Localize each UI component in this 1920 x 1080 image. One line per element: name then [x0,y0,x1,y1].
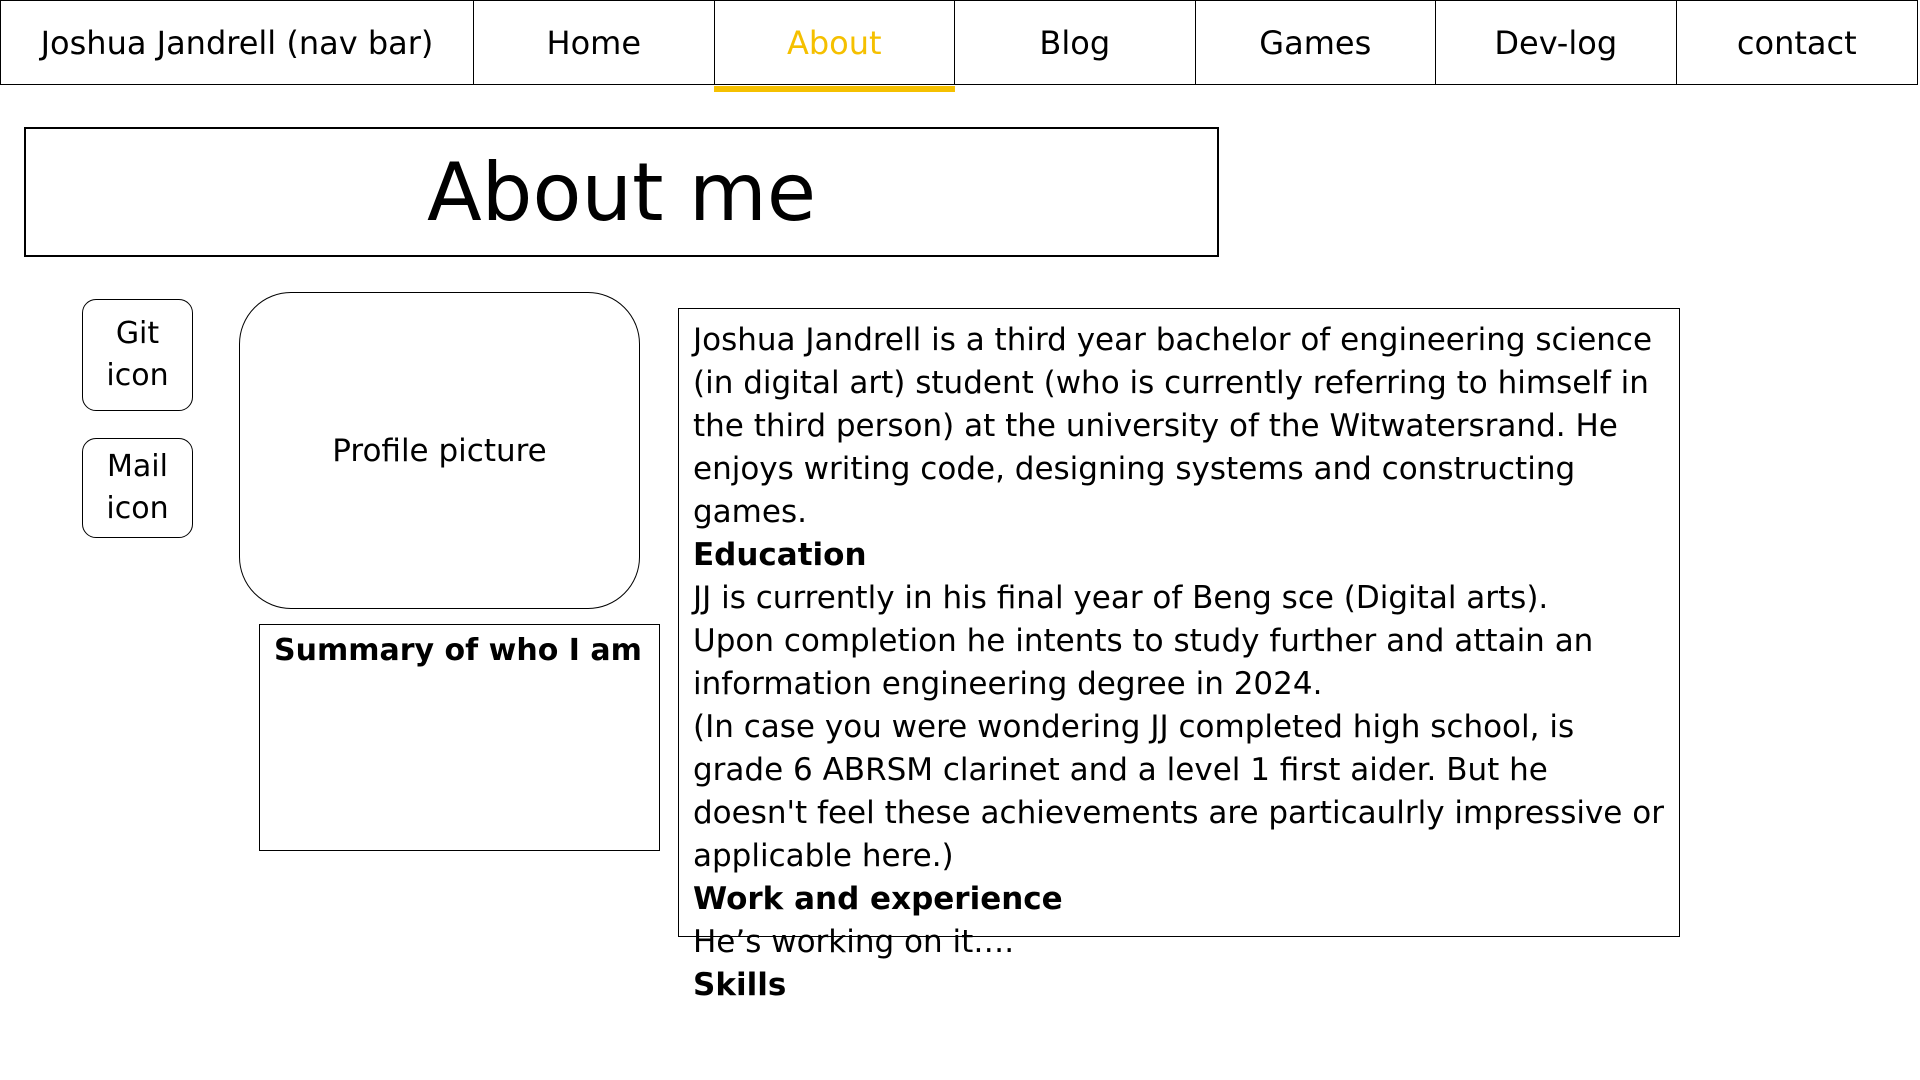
skills-heading: Skills [693,967,787,1003]
nav-item-about[interactable]: About [713,1,956,92]
education-text-3: (In case you were wondering JJ completed… [693,709,1664,874]
intro-text: Joshua Jandrell is a third year bachelor… [693,322,1653,530]
git-icon[interactable]: Git icon [82,299,193,411]
profile-picture-label: Profile picture [332,432,547,469]
git-icon-label-line2: icon [106,358,169,393]
work-text: He’s working on it…. [693,924,1015,960]
nav-item-home[interactable]: Home [474,1,715,84]
education-text-2: Upon completion he intents to study furt… [693,623,1594,702]
summary-heading: Summary of who I am [274,633,642,668]
git-icon-label-line1: Git [115,316,160,351]
summary-box: Summary of who I am [259,624,660,851]
nav-item-dev-log[interactable]: Dev-log [1436,1,1677,84]
mail-icon[interactable]: Mail icon [82,438,193,538]
education-heading: Education [693,537,867,573]
nav-bar: Joshua Jandrell (nav bar) Home About Blo… [0,0,1918,92]
nav-item-games[interactable]: Games [1196,1,1437,84]
about-content: Joshua Jandrell is a third year bachelor… [678,308,1680,1003]
mail-icon-label-line2: icon [106,491,169,526]
nav-item-blog[interactable]: Blog [955,1,1196,84]
nav-brand: Joshua Jandrell (nav bar) [1,1,475,84]
profile-picture: Profile picture [239,292,640,609]
mail-icon-label-line1: Mail [107,449,168,484]
education-text-1: JJ is currently in his final year of Ben… [693,580,1549,616]
work-heading: Work and experience [693,881,1063,917]
page-title-box: About me [24,127,1219,257]
page-title: About me [426,145,817,239]
nav-item-contact[interactable]: contact [1677,1,1918,84]
